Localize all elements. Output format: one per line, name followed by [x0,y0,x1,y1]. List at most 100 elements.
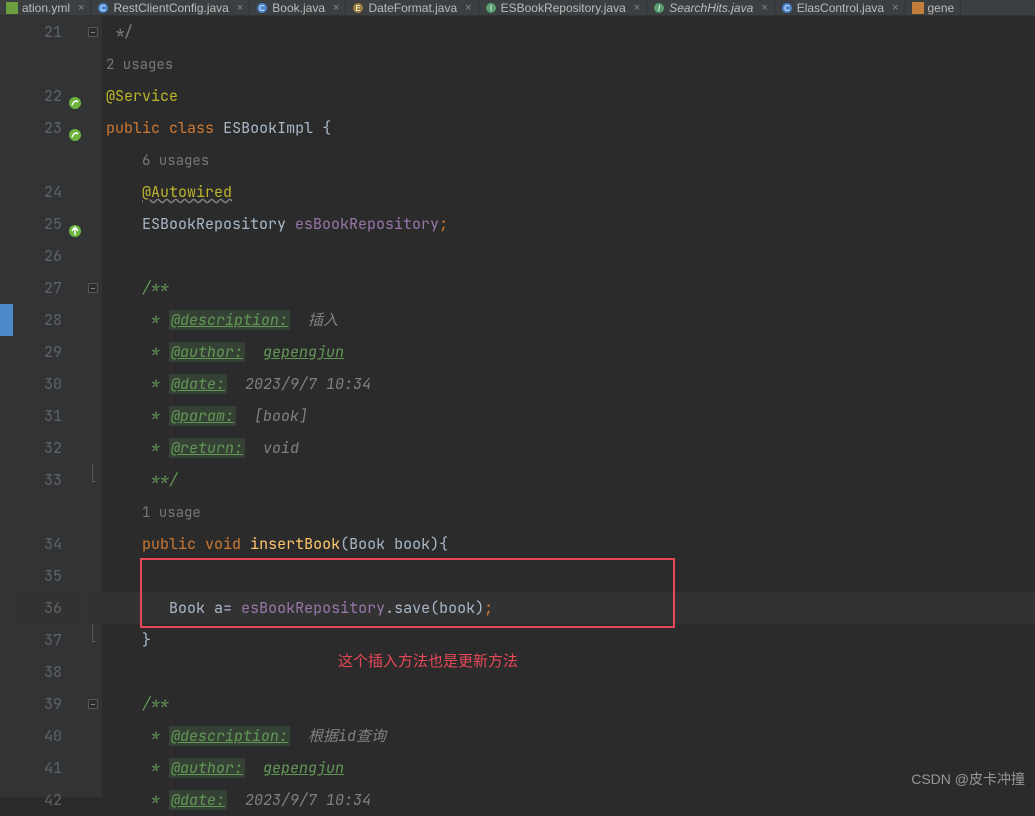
code-token: public [142,534,196,554]
code-line[interactable]: 1 usage [102,496,1035,528]
line-number[interactable]: 32 [14,432,82,464]
code-token [106,694,142,714]
line-number[interactable]: 25 [14,208,82,240]
line-number[interactable]: 27 [14,272,82,304]
green-spring-arrow-icon[interactable] [68,121,82,135]
tab-close-icon[interactable]: × [761,2,767,14]
code-token [241,534,250,554]
code-line[interactable]: * @description: 根据id查询 [102,720,1035,752]
editor-tab[interactable]: ISearchHits.java× [647,0,774,15]
fold-cell [86,720,102,752]
code-line[interactable]: public void insertBook(Book book){ [102,528,1035,560]
code-token: 2023/9/7 10:34 [245,374,371,394]
code-token: class [169,118,214,138]
code-line[interactable]: @Autowired [102,176,1035,208]
fold-collapse-icon[interactable] [88,27,98,37]
line-number[interactable]: 23 [14,112,82,144]
fold-cell [86,656,102,688]
code-line[interactable]: * @author: gepengjun [102,752,1035,784]
tab-close-icon[interactable]: × [465,2,471,14]
fold-cell [86,592,102,624]
code-token: ESBookImpl [223,118,313,138]
code-token [205,598,214,618]
code-editor[interactable]: 21 2223 24252627282930313233 34353637383940… [0,16,1035,797]
code-line[interactable]: * @return: void [102,432,1035,464]
line-number[interactable] [14,496,82,528]
code-line[interactable]: public class ESBookImpl { [102,112,1035,144]
fold-collapse-icon[interactable] [88,283,98,293]
line-number[interactable]: 30 [14,368,82,400]
line-number[interactable]: 21 [14,16,82,48]
code-token: @return: [169,438,245,458]
code-token: 2023/9/7 10:34 [245,790,371,810]
line-number[interactable] [14,144,82,176]
editor-tab[interactable]: IESBookRepository.java× [479,0,648,15]
code-line[interactable]: */ [102,16,1035,48]
tab-close-icon[interactable]: × [892,2,898,14]
line-number[interactable]: 37 [14,624,82,656]
editor-tab[interactable]: CElasControl.java× [775,0,906,15]
code-line[interactable] [102,656,1035,688]
tab-close-icon[interactable]: × [634,2,640,14]
line-number[interactable]: 24 [14,176,82,208]
fold-column[interactable] [86,16,102,797]
green-spring-icon[interactable] [68,89,82,103]
code-line[interactable]: /** [102,272,1035,304]
code-line[interactable]: * @date: 2023/9/7 10:34 [102,368,1035,400]
fold-collapse-icon[interactable] [88,699,98,709]
line-number[interactable]: 34 [14,528,82,560]
line-number[interactable]: 39 [14,688,82,720]
code-line[interactable]: * @description: 插入 [102,304,1035,336]
code-line[interactable]: } [102,624,1035,656]
code-token: book [439,598,475,618]
code-line[interactable]: 2 usages [102,48,1035,80]
fold-cell [86,112,102,144]
code-line[interactable]: * @date: 2023/9/7 10:34 [102,784,1035,816]
fold-cell [86,464,102,496]
code-line[interactable]: 6 usages [102,144,1035,176]
code-area[interactable]: */2 usages@Servicepublic class ESBookImp… [102,16,1035,797]
line-number-gutter[interactable]: 21 2223 24252627282930313233 34353637383940… [14,16,86,797]
code-token [106,214,142,234]
fold-cell [86,208,102,240]
code-token: gepengjun [263,758,344,778]
line-number[interactable]: 36 [14,592,82,624]
code-line[interactable]: /** [102,688,1035,720]
line-number[interactable]: 33 [14,464,82,496]
line-number[interactable]: 22 [14,80,82,112]
editor-tab[interactable]: EDateFormat.java× [346,0,478,15]
editor-tab[interactable]: CRestClientConfig.java× [91,0,250,15]
code-line[interactable]: * @param: [book] [102,400,1035,432]
line-number[interactable]: 38 [14,656,82,688]
code-line[interactable]: ESBookRepository esBookRepository; [102,208,1035,240]
tab-close-icon[interactable]: × [78,2,84,14]
code-line[interactable]: @Service [102,80,1035,112]
code-line[interactable]: Book a= esBookRepository.save(book); [102,592,1035,624]
editor-tab[interactable]: ation.yml× [0,0,91,15]
line-number[interactable]: 35 [14,560,82,592]
line-number[interactable]: 29 [14,336,82,368]
fold-cell [86,304,102,336]
code-line[interactable] [102,560,1035,592]
tab-label: SearchHits.java [669,1,753,15]
line-number[interactable]: 41 [14,752,82,784]
code-line[interactable]: **/ [102,464,1035,496]
tab-close-icon[interactable]: × [333,2,339,14]
java-class-icon: C [256,2,268,14]
line-number[interactable] [14,48,82,80]
line-number[interactable]: 42 [14,784,82,816]
fold-cell [86,176,102,208]
code-token: @description: [169,310,290,330]
green-spring-up-icon[interactable] [68,217,82,231]
tab-close-icon[interactable]: × [237,2,243,14]
editor-tab[interactable]: gene [906,0,962,15]
code-line[interactable]: * @author: gepengjun [102,336,1035,368]
code-token: [book] [254,406,308,426]
line-number[interactable]: 28 [14,304,82,336]
code-token: * [106,406,169,426]
line-number[interactable]: 40 [14,720,82,752]
code-line[interactable] [102,240,1035,272]
line-number[interactable]: 31 [14,400,82,432]
line-number[interactable]: 26 [14,240,82,272]
editor-tab[interactable]: CBook.java× [250,0,346,15]
